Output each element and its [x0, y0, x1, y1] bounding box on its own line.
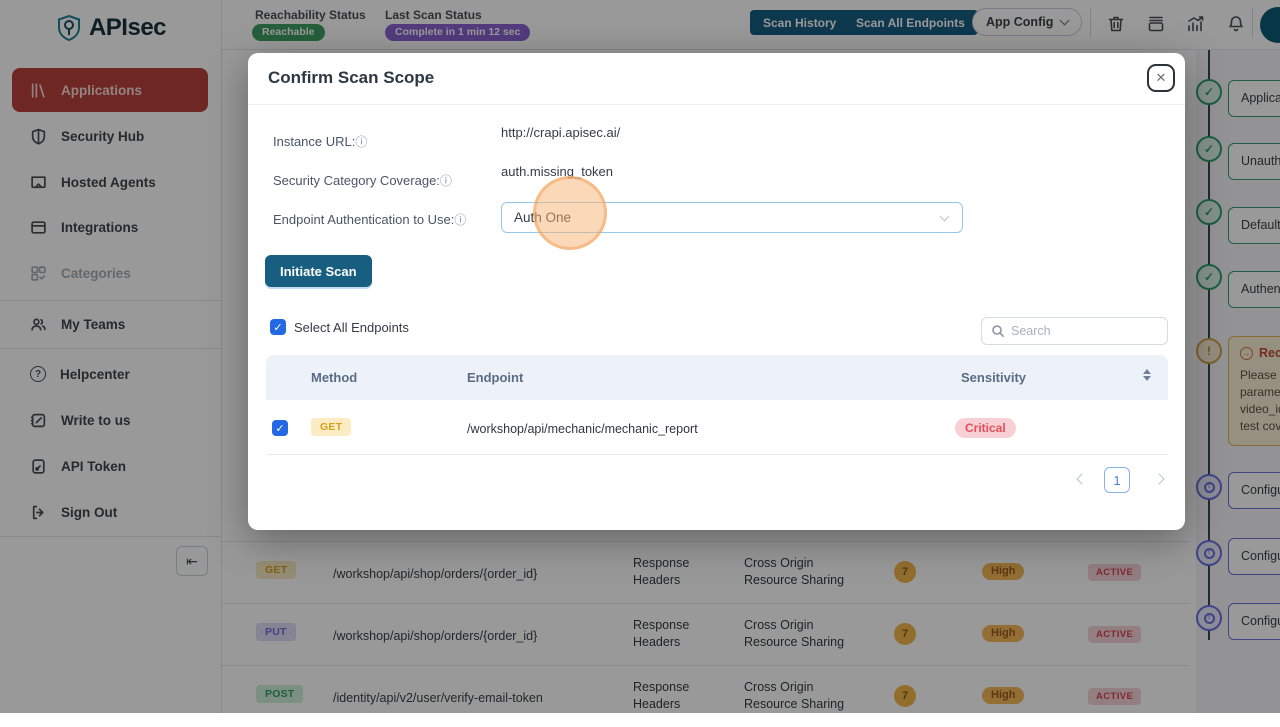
select-all-checkbox[interactable]: ✓ [270, 319, 286, 335]
close-button[interactable]: ✕ [1147, 64, 1175, 92]
confirm-scan-scope-modal: Confirm Scan Scope ✕ Instance URL:ⓘ http… [248, 53, 1185, 530]
info-icon: ⓘ [440, 174, 452, 188]
chevron-down-icon [940, 211, 950, 221]
modal-title: Confirm Scan Scope [268, 68, 434, 88]
row-checkbox[interactable]: ✓ [272, 420, 288, 436]
select-all-wrap: ✓ Select All Endpoints [270, 319, 409, 335]
prev-page-icon[interactable] [1076, 473, 1087, 484]
coverage-value: auth.missing_token [501, 164, 613, 179]
auth-select[interactable]: Auth One [501, 202, 963, 233]
next-page-icon[interactable] [1153, 473, 1164, 484]
method-badge: GET [311, 418, 351, 436]
auth-selected-value: Auth One [514, 210, 571, 225]
search-input[interactable] [1011, 324, 1151, 338]
info-icon: ⓘ [355, 135, 367, 149]
info-icon: ⓘ [454, 213, 466, 227]
instance-url-label: Instance URL:ⓘ [273, 133, 367, 150]
instance-url-value: http://crapi.apisec.ai/ [501, 125, 620, 140]
modal-table-header: Method Endpoint Sensitivity [266, 355, 1168, 400]
initiate-scan-button[interactable]: Initiate Scan [265, 255, 372, 287]
modal-table-row[interactable]: ✓ GET /workshop/api/mechanic/mechanic_re… [266, 400, 1168, 455]
coverage-label: Security Category Coverage:ⓘ [273, 172, 452, 189]
sort-icon[interactable] [1143, 369, 1151, 381]
search-box [981, 317, 1168, 345]
sensitivity-badge: Critical [955, 418, 1016, 438]
method-header: Method [311, 370, 357, 385]
close-icon: ✕ [1156, 70, 1167, 86]
endpoint-header: Endpoint [467, 370, 523, 385]
search-icon [991, 324, 1005, 338]
pagination: 1 [248, 467, 1168, 493]
auth-label: Endpoint Authentication to Use:ⓘ [273, 211, 466, 228]
modal-header: Confirm Scan Scope ✕ [248, 53, 1185, 105]
endpoint-path: /workshop/api/mechanic/mechanic_report [467, 422, 698, 436]
sensitivity-header: Sensitivity [961, 370, 1026, 385]
select-all-label: Select All Endpoints [294, 320, 409, 335]
page-number-button[interactable]: 1 [1104, 467, 1130, 493]
